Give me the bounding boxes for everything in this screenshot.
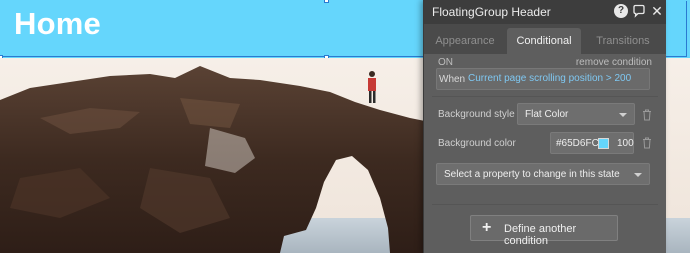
add-property-placeholder: Select a property to change in this stat… [444,169,620,180]
tab-transitions[interactable]: Transitions [582,28,664,54]
color-hex-value[interactable]: #65D6FC [556,138,599,149]
background-style-label: Background style [438,109,515,120]
tab-appearance[interactable]: Appearance [424,28,506,54]
remove-condition-link[interactable]: remove condition [576,57,652,68]
background-color-label: Background color [438,138,516,149]
define-condition-label: Define another condition [504,223,577,247]
close-icon[interactable]: ✕ [650,4,664,18]
color-swatch[interactable] [598,138,609,149]
trash-icon[interactable] [642,137,652,149]
define-another-condition-button[interactable]: + Define another condition [470,215,618,247]
background-color-input[interactable]: #65D6FC 100 [550,132,634,154]
property-editor-panel: FloatingGroup Header ? ✕ Appearance Cond… [423,0,666,253]
tab-conditional[interactable]: Conditional [507,28,581,54]
plus-icon: + [482,219,492,236]
condition-on-label: ON [438,57,453,68]
trash-icon[interactable] [642,109,652,121]
background-style-select[interactable]: Flat Color [517,103,635,125]
chevron-down-icon [619,113,627,117]
help-circle-icon[interactable]: ? [614,4,628,18]
panel-title: FloatingGroup Header [432,5,551,19]
divider [432,204,658,205]
resize-handle-top[interactable] [324,0,329,3]
comment-icon[interactable] [632,4,646,18]
background-style-value: Flat Color [525,109,569,120]
condition-when-field[interactable]: When Current page scrolling position > 2… [436,68,650,90]
color-opacity-value[interactable]: 100 [617,138,634,149]
add-property-select[interactable]: Select a property to change in this stat… [436,163,650,185]
panel-titlebar[interactable]: FloatingGroup Header ? ✕ [424,0,666,24]
condition-expression[interactable]: Current page scrolling position > 200 [468,73,631,84]
divider [432,96,658,97]
panel-tabs: Appearance Conditional Transitions [424,24,666,54]
conditional-tab-body: ON remove condition When Current page sc… [424,54,666,253]
chevron-down-icon [634,173,642,177]
when-label: When [439,74,466,85]
